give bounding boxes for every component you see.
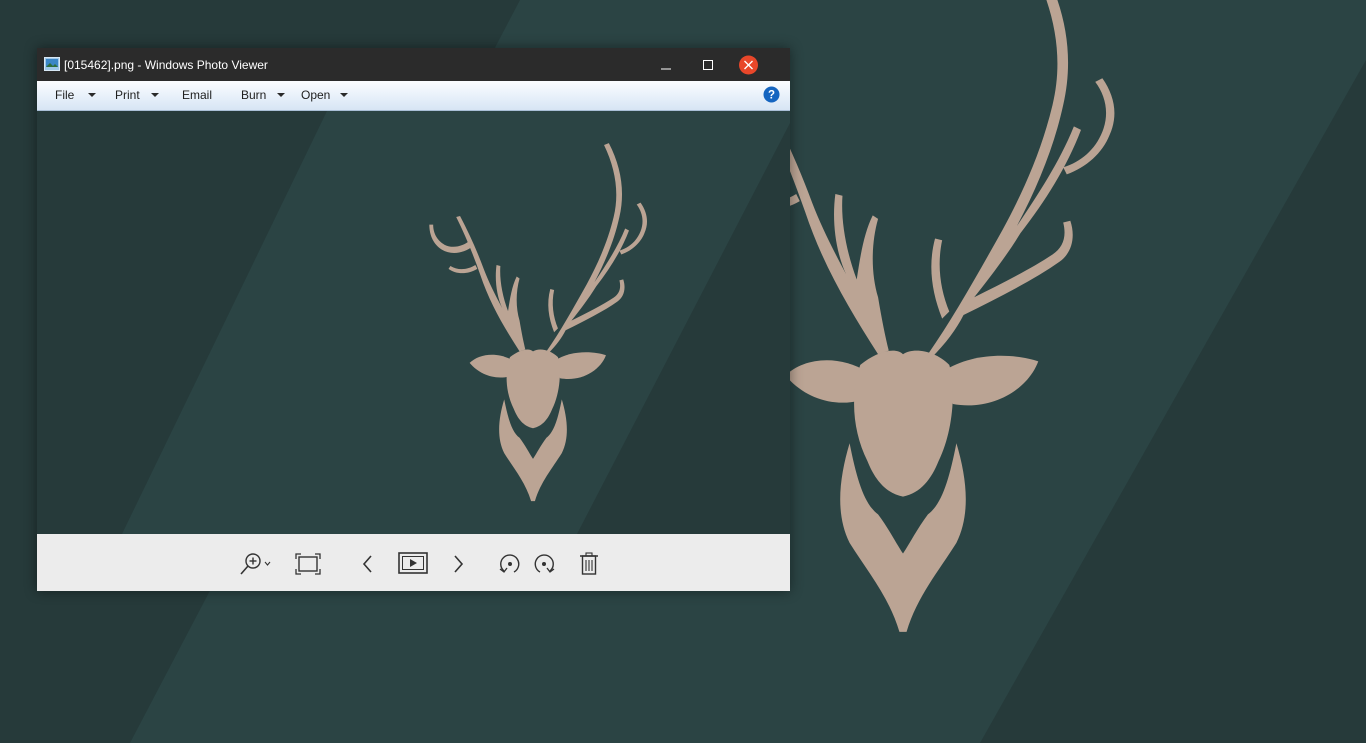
menu-burn[interactable]: Burn [241,88,266,102]
minimize-button[interactable] [651,52,681,78]
previous-icon [362,555,372,573]
rotate-clockwise-button[interactable] [531,552,557,576]
help-icon: ? [763,86,780,103]
next-button[interactable] [451,554,465,574]
rotate-counterclockwise-button[interactable] [497,552,523,576]
photo-viewer-window: [015462].png - Windows Photo Viewer File… [37,48,790,591]
next-icon [454,555,464,573]
close-icon [739,55,758,75]
open-dropdown-arrow-icon[interactable] [340,93,348,97]
window-title: [015462].png - Windows Photo Viewer [64,58,268,72]
menu-bar: File Print Email Burn Open ? [37,81,790,111]
previous-button[interactable] [361,554,375,574]
menu-open[interactable]: Open [301,88,330,102]
minimize-icon [661,68,671,70]
help-button[interactable]: ? [763,86,780,103]
menu-email[interactable]: Email [182,88,212,102]
maximize-button[interactable] [693,52,723,78]
zoom-button[interactable] [238,551,274,577]
slideshow-icon [398,552,428,574]
menu-file[interactable]: File [55,88,74,102]
slideshow-button[interactable] [398,552,428,574]
actual-size-button[interactable] [295,553,321,575]
maximize-icon [703,60,713,70]
svg-text:?: ? [768,90,775,102]
rotate-counterclockwise-icon [499,554,520,573]
menu-print[interactable]: Print [115,88,140,102]
photo-viewer-app-icon [44,57,60,71]
close-button[interactable] [734,52,764,78]
delete-icon [580,552,598,575]
file-dropdown-arrow-icon[interactable] [88,93,96,97]
burn-dropdown-arrow-icon[interactable] [277,93,285,97]
delete-button[interactable] [579,552,599,576]
rotate-clockwise-icon [534,554,555,573]
zoom-icon [240,553,271,575]
title-bar[interactable]: [015462].png - Windows Photo Viewer [37,48,790,81]
bottom-toolbar [37,534,790,591]
actual-size-icon [295,553,321,575]
image-display-area[interactable] [37,111,790,534]
print-dropdown-arrow-icon[interactable] [151,93,159,97]
